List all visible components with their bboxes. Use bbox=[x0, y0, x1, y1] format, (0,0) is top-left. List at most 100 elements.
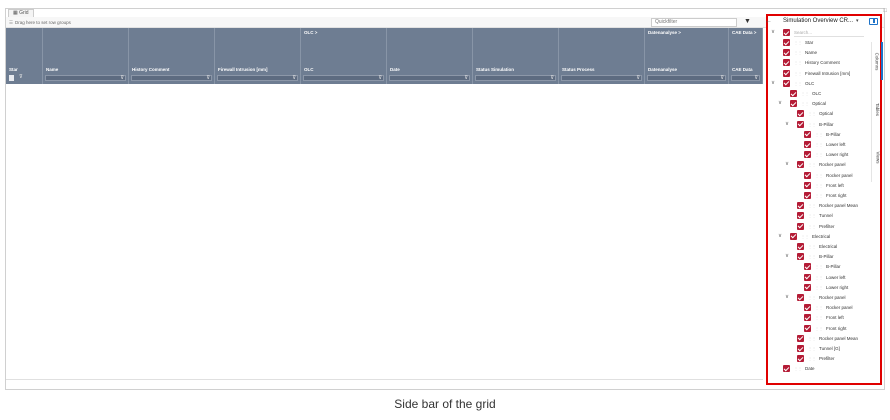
column-header-cell[interactable]: Status Process ⊽ bbox=[559, 28, 645, 84]
column-list-item[interactable]: ⋮⋮ Rocker panel Mean bbox=[768, 334, 868, 344]
column-checkbox[interactable] bbox=[797, 161, 804, 169]
column-list-item[interactable]: ⋮⋮ Lower right bbox=[768, 283, 868, 293]
drag-handle-icon[interactable]: ⋮⋮ bbox=[808, 355, 816, 362]
column-header-cell[interactable]: History Comment ⊽ bbox=[129, 28, 215, 84]
filter-icon[interactable]: ⊽ bbox=[206, 75, 210, 81]
drag-handle-icon[interactable]: ⋮⋮ bbox=[794, 49, 802, 56]
row-group-dropzone[interactable]: ☰ Drag here to set row groups bbox=[9, 19, 71, 26]
column-header-cell[interactable]: Name ⊽ bbox=[43, 28, 129, 84]
drag-handle-icon[interactable]: ⋮⋮ bbox=[808, 335, 816, 342]
drag-handle-icon[interactable]: ⋮⋮ bbox=[801, 90, 809, 97]
column-list-item[interactable]: ⋮⋮ Lower left bbox=[768, 140, 868, 150]
column-checkbox[interactable] bbox=[804, 304, 811, 312]
column-list-item[interactable]: ⋮⋮ Lower left bbox=[768, 273, 868, 283]
star-filter-icon[interactable] bbox=[9, 75, 14, 81]
drag-handle-icon[interactable]: ⋮⋮ bbox=[801, 233, 809, 240]
column-list-item[interactable]: ⋮⋮ Rocker panel bbox=[768, 303, 868, 313]
filter-icon[interactable]: ⊽ bbox=[550, 75, 554, 81]
column-filter-input[interactable]: ⊽ bbox=[131, 75, 212, 81]
filter-icon[interactable]: ⊽ bbox=[120, 75, 124, 81]
column-checkbox[interactable] bbox=[804, 283, 811, 291]
drag-handle-icon[interactable]: ⋮⋮ bbox=[808, 294, 816, 301]
chevron-down-icon[interactable]: ∨ bbox=[778, 233, 782, 240]
column-header-cell[interactable]: CAE Data > CAE Data ⊽ bbox=[729, 28, 763, 84]
view-select[interactable]: Simulation Overview CR... bbox=[783, 17, 863, 26]
column-checkbox[interactable] bbox=[783, 69, 790, 77]
drag-handle-icon[interactable]: ⋮⋮ bbox=[808, 202, 816, 209]
tab-columns[interactable]: Columns bbox=[872, 42, 883, 80]
drag-handle-icon[interactable]: ⋮⋮ bbox=[808, 161, 816, 168]
column-checkbox[interactable] bbox=[783, 49, 790, 57]
column-checkbox[interactable] bbox=[804, 263, 811, 271]
drag-handle-icon[interactable]: ⋮⋮ bbox=[815, 314, 823, 321]
drag-handle-icon[interactable]: ⋮⋮ bbox=[794, 365, 802, 372]
filter-icon[interactable]: ⊽ bbox=[378, 75, 382, 81]
column-filter-input[interactable]: ⊽ bbox=[217, 75, 298, 81]
drag-handle-icon[interactable]: ⋮⋮ bbox=[794, 70, 802, 77]
column-list-item[interactable]: ∨ ⋮⋮ Electrical bbox=[768, 232, 868, 242]
column-checkbox[interactable] bbox=[783, 39, 790, 46]
column-header-cell[interactable]: Firewall Intrusion [mm] ⊽ bbox=[215, 28, 301, 84]
drag-handle-icon[interactable]: ⋮⋮ bbox=[808, 110, 816, 117]
column-checkbox[interactable] bbox=[790, 232, 797, 240]
column-list-item[interactable]: ⋮⋮ B-Pillar bbox=[768, 130, 868, 140]
column-checkbox[interactable] bbox=[804, 273, 811, 281]
filter-icon[interactable]: ⊽ bbox=[292, 75, 296, 81]
column-list-item[interactable]: ⋮⋮ Lower right bbox=[768, 150, 868, 160]
drag-handle-icon[interactable]: ⋮⋮ bbox=[794, 39, 802, 46]
column-list-item[interactable]: ⋮⋮ Electrical bbox=[768, 242, 868, 252]
column-checkbox[interactable] bbox=[790, 100, 797, 108]
drag-handle-icon[interactable]: ⋮⋮ bbox=[815, 172, 823, 179]
tab-views[interactable]: Views bbox=[872, 138, 883, 176]
drag-handle-icon[interactable]: ⋮⋮ bbox=[794, 80, 802, 87]
chevron-down-icon[interactable]: ▾ bbox=[856, 17, 859, 26]
column-list-item[interactable]: ∨ ⋮⋮ Rocker panel bbox=[768, 293, 868, 303]
column-checkbox[interactable] bbox=[790, 90, 797, 97]
column-list-item[interactable]: ∨ ⋮⋮ Rocker panel bbox=[768, 160, 868, 170]
drag-handle-icon[interactable]: ⋮⋮ bbox=[815, 192, 823, 199]
drag-handle-icon[interactable]: ⋮⋮ bbox=[815, 263, 823, 270]
filter-icon[interactable]: ⊽ bbox=[636, 75, 640, 81]
drag-handle-icon[interactable]: ⋮⋮ bbox=[815, 131, 823, 138]
column-list-item[interactable]: ∨ ⋮⋮ OLC bbox=[768, 79, 868, 89]
column-checkbox[interactable] bbox=[797, 222, 804, 230]
chevron-down-icon[interactable]: ∨ bbox=[771, 80, 775, 87]
column-checkbox[interactable] bbox=[804, 324, 811, 332]
column-checkbox[interactable] bbox=[783, 79, 790, 87]
column-checkbox[interactable] bbox=[804, 314, 811, 322]
chevron-down-icon[interactable]: ∨ bbox=[778, 100, 782, 107]
column-checkbox[interactable] bbox=[797, 345, 804, 352]
column-list-item[interactable]: ⋮⋮ Prefilter bbox=[768, 222, 868, 232]
chevron-down-icon[interactable]: ∨ bbox=[785, 161, 789, 168]
column-checkbox[interactable] bbox=[797, 110, 804, 118]
filter-icon[interactable]: ⊽ bbox=[464, 75, 468, 81]
column-checkbox[interactable] bbox=[797, 294, 804, 301]
column-checkbox[interactable] bbox=[783, 365, 790, 373]
column-checkbox[interactable] bbox=[804, 171, 811, 179]
column-checkbox[interactable] bbox=[783, 59, 790, 67]
column-list-item[interactable]: ∨ ⋮⋮ Optical bbox=[768, 99, 868, 109]
column-checkbox[interactable] bbox=[797, 243, 804, 250]
column-group-label[interactable]: OLC > bbox=[304, 30, 317, 35]
drag-handle-icon[interactable]: ⋮⋮ bbox=[808, 243, 816, 250]
drag-handle-icon[interactable]: ⋮⋮ bbox=[815, 182, 823, 189]
drag-handle-icon[interactable]: ⋮⋮ bbox=[815, 325, 823, 332]
column-list-item[interactable]: ⋮⋮ Optical bbox=[768, 109, 868, 119]
column-checkbox[interactable] bbox=[804, 151, 811, 159]
column-checkbox[interactable] bbox=[797, 202, 804, 210]
column-list-item[interactable]: ⋮⋮ Rocker panel Mean bbox=[768, 201, 868, 211]
back-arrow-icon[interactable]: ← bbox=[765, 17, 772, 26]
column-list-item[interactable]: ⋮⋮ OLC bbox=[768, 89, 868, 99]
filter-icon[interactable]: ⊽ bbox=[720, 75, 724, 81]
drag-handle-icon[interactable]: ⋮⋮ bbox=[815, 274, 823, 281]
column-filter-input[interactable]: ⊽ bbox=[647, 75, 726, 81]
drag-handle-icon[interactable]: ⋮⋮ bbox=[815, 141, 823, 148]
column-list-item[interactable]: ⋮⋮ Tunnel bbox=[768, 211, 868, 221]
column-filter-input[interactable]: ⊽ bbox=[475, 75, 556, 81]
drag-handle-icon[interactable]: ⋮⋮ bbox=[808, 253, 816, 260]
column-checkbox[interactable] bbox=[804, 141, 811, 148]
column-list-item[interactable]: ⋮⋮ History Comment bbox=[768, 58, 868, 68]
column-list-item[interactable]: ⋮⋮ Date bbox=[768, 364, 868, 374]
chevron-down-icon[interactable]: ∨ bbox=[771, 29, 775, 36]
drag-handle-icon[interactable]: ⋮⋮ bbox=[815, 304, 823, 311]
